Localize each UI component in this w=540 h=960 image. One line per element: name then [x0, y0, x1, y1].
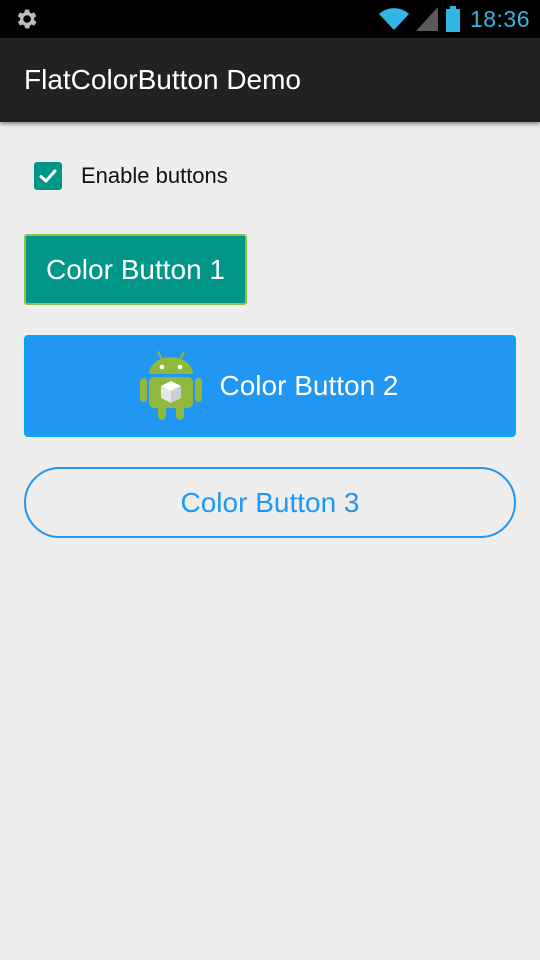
color-button-1-label: Color Button 1 [46, 253, 225, 285]
android-icon [139, 351, 202, 420]
status-bar: 18:36 [0, 0, 540, 38]
wifi-icon [378, 8, 409, 31]
action-bar: FlatColorButton Demo [0, 38, 540, 122]
enable-buttons-checkbox[interactable]: Enable buttons [34, 159, 228, 193]
checkbox-label: Enable buttons [81, 163, 228, 188]
signal-icon [415, 7, 438, 31]
color-button-2-label: Color Button 2 [219, 370, 399, 401]
status-icons: 18:36 [378, 0, 530, 38]
battery-icon [445, 6, 460, 32]
color-button-1[interactable]: Color Button 1 [24, 234, 247, 305]
app-title: FlatColorButton Demo [24, 64, 302, 95]
checkmark-icon [39, 169, 57, 183]
color-button-3[interactable]: Color Button 3 [24, 467, 516, 538]
color-button-2[interactable]: Color Button 2 [24, 335, 516, 437]
color-button-3-label: Color Button 3 [180, 486, 360, 518]
status-time: 18:36 [469, 5, 530, 32]
checkbox-checked-icon[interactable] [34, 162, 62, 190]
settings-icon [17, 9, 37, 29]
